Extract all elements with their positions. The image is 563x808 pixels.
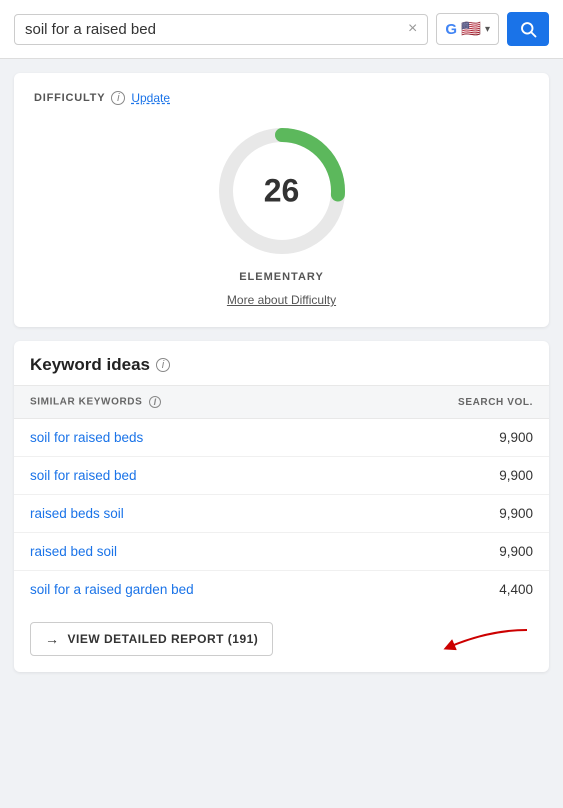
difficulty-score: 26: [264, 173, 300, 210]
vol-cell: 9,900: [362, 533, 549, 571]
difficulty-label: DIFFICULTY: [34, 92, 105, 104]
col-header-vol: SEARCH VOL.: [362, 386, 549, 419]
update-link[interactable]: Update: [131, 91, 170, 105]
search-bar: × G 🇺🇸 ▾: [0, 0, 563, 59]
view-detailed-report-button[interactable]: → VIEW DETAILED REPORT (191): [30, 622, 273, 656]
table-row: soil for raised beds 9,900: [14, 419, 549, 457]
keyword-ideas-title: Keyword ideas: [30, 355, 150, 375]
table-header-row: SIMILAR KEYWORDS i SEARCH VOL.: [14, 386, 549, 419]
keyword-ideas-info-icon[interactable]: i: [156, 358, 170, 372]
table-row: raised bed soil 9,900: [14, 533, 549, 571]
google-engine-selector[interactable]: G 🇺🇸 ▾: [436, 13, 499, 45]
vol-cell: 9,900: [362, 495, 549, 533]
difficulty-level: ELEMENTARY: [239, 271, 324, 283]
vol-cell: 9,900: [362, 419, 549, 457]
red-arrow-annotation: [439, 625, 529, 655]
main-content: DIFFICULTY i Update 26 ELEMENTARY More a…: [0, 59, 563, 686]
col-keyword-info-icon[interactable]: i: [149, 396, 161, 408]
table-row: soil for a raised garden bed 4,400: [14, 571, 549, 609]
difficulty-header: DIFFICULTY i Update: [34, 91, 529, 105]
table-row: soil for raised bed 9,900: [14, 457, 549, 495]
view-report-label: VIEW DETAILED REPORT (191): [68, 632, 259, 646]
search-button[interactable]: [507, 12, 549, 46]
search-icon: [519, 20, 537, 38]
keyword-cell[interactable]: raised beds soil: [14, 495, 362, 533]
donut-chart-wrapper: 26 ELEMENTARY More about Difficulty: [34, 121, 529, 307]
keyword-cell[interactable]: soil for raised beds: [14, 419, 362, 457]
keyword-ideas-section: Keyword ideas i SIMILAR KEYWORDS i SEARC…: [14, 341, 549, 672]
table-row: raised beds soil 9,900: [14, 495, 549, 533]
arrow-right-icon: →: [45, 631, 60, 647]
keyword-cell[interactable]: soil for raised bed: [14, 457, 362, 495]
google-g-icon: G: [445, 21, 457, 38]
vol-cell: 4,400: [362, 571, 549, 609]
difficulty-info-icon[interactable]: i: [111, 91, 125, 105]
difficulty-card: DIFFICULTY i Update 26 ELEMENTARY More a…: [14, 73, 549, 327]
red-arrow-svg: [439, 625, 529, 655]
vol-cell: 9,900: [362, 457, 549, 495]
col-header-keyword: SIMILAR KEYWORDS i: [14, 386, 362, 419]
search-input-wrapper: ×: [14, 14, 428, 45]
search-input[interactable]: [25, 21, 400, 38]
keyword-table: SIMILAR KEYWORDS i SEARCH VOL. soil for …: [14, 385, 549, 608]
more-about-difficulty-link[interactable]: More about Difficulty: [227, 293, 336, 307]
keyword-ideas-header: Keyword ideas i: [14, 341, 549, 385]
view-report-area: → VIEW DETAILED REPORT (191): [14, 608, 549, 672]
donut-chart: 26: [212, 121, 352, 261]
keyword-cell[interactable]: raised bed soil: [14, 533, 362, 571]
keyword-cell[interactable]: soil for a raised garden bed: [14, 571, 362, 609]
country-flag-icon: 🇺🇸: [461, 19, 481, 39]
clear-icon[interactable]: ×: [408, 21, 417, 37]
col-keyword-label: SIMILAR KEYWORDS: [30, 397, 142, 408]
chevron-down-icon: ▾: [485, 24, 490, 35]
